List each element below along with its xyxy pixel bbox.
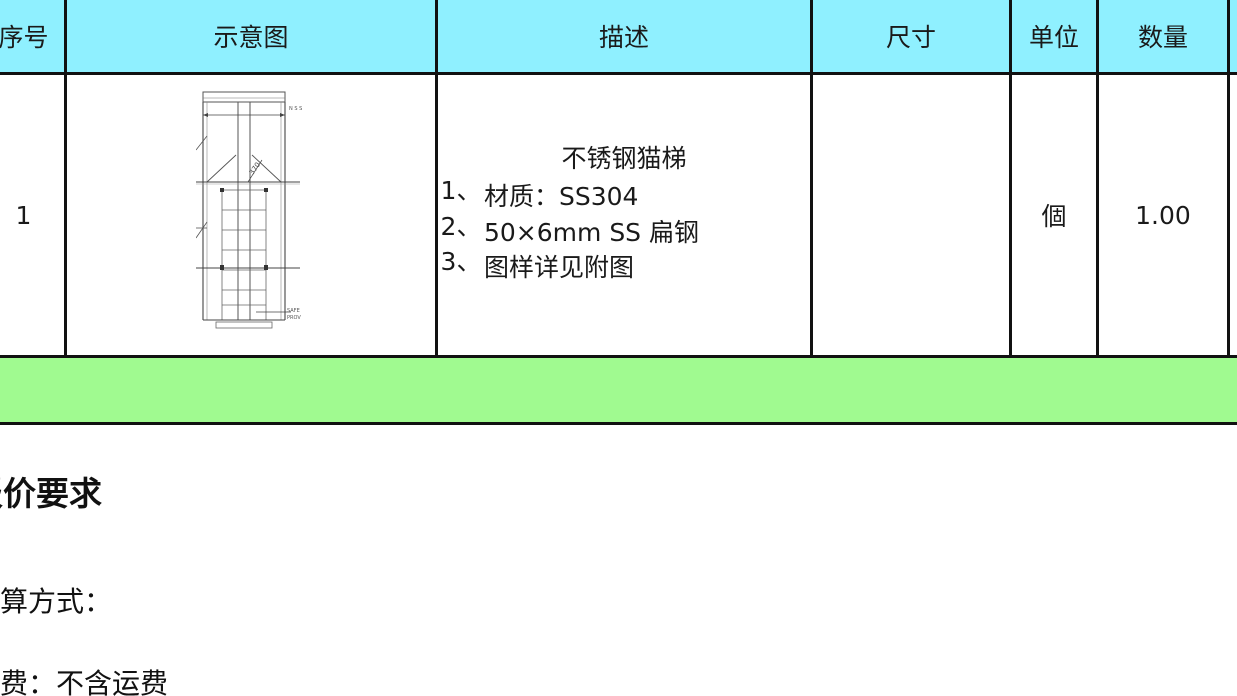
- table-row: 1 370 N S S SAFE PROV 不锈钢猫梯 1、 材质：SS304 …: [0, 72, 1237, 358]
- table-header-row: 序号 示意图 描述 尺寸 单位 数量: [0, 0, 1237, 75]
- header-diagram: 示意图: [64, 0, 438, 75]
- settlement-method-text: 结算方式：: [0, 585, 113, 618]
- header-quantity: 数量: [1096, 0, 1230, 75]
- description-line: 3、 图样详见附图: [438, 247, 810, 285]
- header-description: 描述: [435, 0, 813, 75]
- total-row: [0, 355, 1237, 425]
- total-row-cell: [0, 355, 1237, 425]
- description-line-number: 1、: [440, 176, 482, 205]
- header-size: 尺寸: [810, 0, 1012, 75]
- freight-text: 运费：不含运费: [0, 667, 169, 696]
- description-line: 2、 50×6mm SS 扁钢: [438, 212, 810, 250]
- cell-diagram: 370 N S S SAFE PROV: [64, 72, 438, 358]
- description-title: 不锈钢猫梯: [561, 143, 687, 173]
- diagram-note-top: N S S: [289, 106, 302, 112]
- document-page: 序号 示意图 描述 尺寸 单位 数量 1 370 N S S SAFE PROV…: [0, 0, 1237, 696]
- cell-quantity: 1.00: [1096, 72, 1230, 358]
- description-line-number: 2、: [440, 211, 482, 241]
- description-line: 1、 材质：SS304: [438, 176, 810, 214]
- cell-no: 1: [0, 72, 67, 358]
- diagram-note-bottom-1: SAFE: [287, 308, 300, 314]
- description-line-text: 图样详见附图: [484, 253, 635, 282]
- cat-ladder-drawing: 370 N S S SAFE PROV: [196, 91, 302, 329]
- description-line-text: 50×6mm SS 扁钢: [484, 217, 700, 247]
- cell-description: 不锈钢猫梯 1、 材质：SS304 2、 50×6mm SS 扁钢 3、 图样详…: [435, 72, 813, 358]
- header-extra: [1227, 0, 1237, 75]
- header-unit: 单位: [1009, 0, 1099, 75]
- section-title: 报价要求: [0, 474, 102, 513]
- quotation-table: 序号 示意图 描述 尺寸 单位 数量 1 370 N S S SAFE PROV…: [0, 0, 1237, 425]
- description-line-text: 材质：SS304: [484, 182, 639, 211]
- cell-size: [810, 72, 1012, 358]
- cell-extra: [1227, 72, 1237, 358]
- cell-unit: 個: [1009, 72, 1099, 358]
- diagram-note-bottom-2: PROV: [287, 315, 301, 321]
- header-no: 序号: [0, 0, 67, 75]
- description-line-number: 3、: [440, 247, 482, 276]
